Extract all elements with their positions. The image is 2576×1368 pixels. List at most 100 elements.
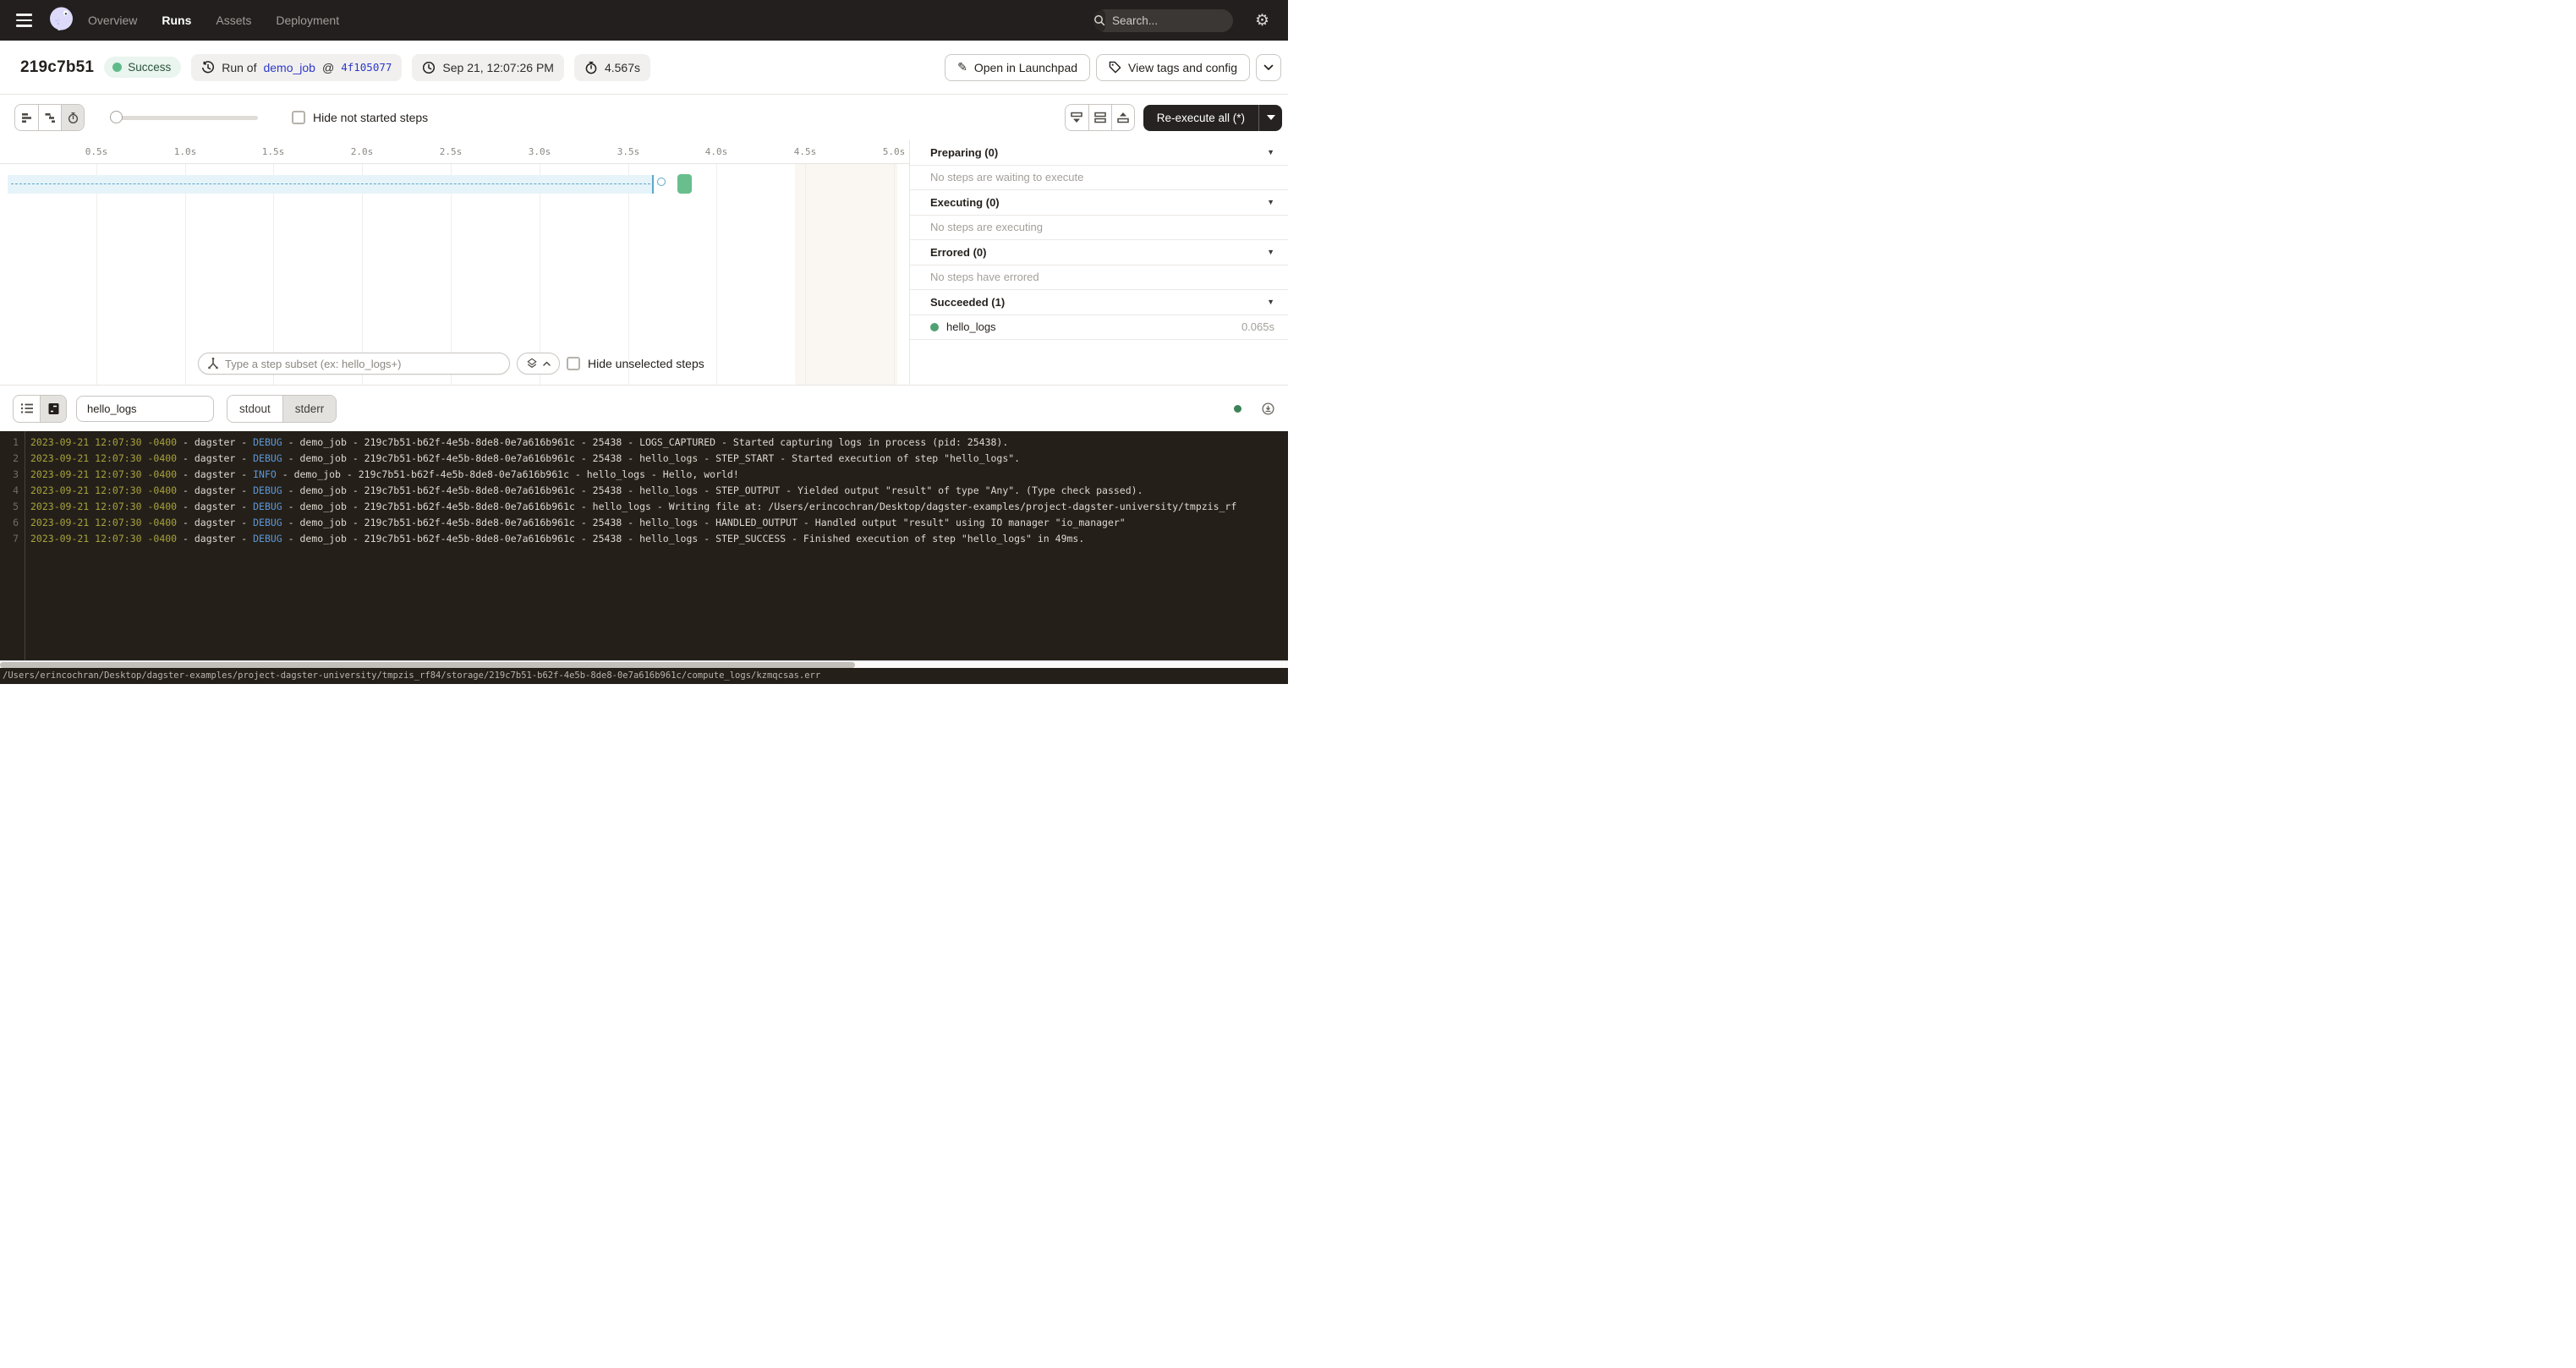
open-in-launchpad-button[interactable]: ✎ Open in Launchpad [945, 54, 1090, 81]
dagster-logo[interactable] [47, 6, 76, 35]
global-search[interactable]: / [1093, 9, 1233, 32]
nav-item-assets[interactable]: Assets [216, 14, 251, 27]
gear-icon[interactable]: ⚙ [1255, 13, 1269, 29]
graph-query-toggle-button[interactable] [517, 353, 560, 375]
step-success-bar[interactable] [677, 174, 692, 194]
side-panel-section-header[interactable]: Errored (0)▼ [910, 240, 1288, 265]
raw-log-viewer[interactable]: 1 2023-09-21 12:07:30 -0400 - dagster - D… [0, 431, 1288, 660]
side-panel-section-header[interactable]: Executing (0)▼ [910, 190, 1288, 216]
axis-gridline [716, 164, 717, 385]
step-name: hello_logs [946, 320, 996, 333]
log-level: DEBUG [253, 517, 282, 528]
chevron-up-icon [543, 361, 551, 366]
axis-tick-label: 4.0s [705, 146, 728, 157]
hide-unselected-checkbox-group[interactable]: Hide unselected steps [567, 357, 704, 370]
axis-tick-label: 0.5s [85, 146, 108, 157]
log-filter-input[interactable] [76, 396, 214, 422]
duration-pill: 4.567s [574, 54, 650, 81]
panel-split-icon[interactable] [1088, 105, 1111, 130]
hide-not-started-checkbox-group[interactable]: Hide not started steps [292, 111, 428, 124]
tab-stderr[interactable]: stderr [282, 396, 337, 422]
axis-gridline [628, 164, 629, 385]
axis-tick-label: 5.0s [883, 146, 906, 157]
panel-top-icon[interactable] [1111, 105, 1134, 130]
view-tags-config-button[interactable]: View tags and config [1096, 54, 1250, 81]
log-toolbar: stdoutstderr [0, 385, 1288, 431]
log-message: 2023-09-21 12:07:30 -0400 - dagster - IN… [30, 468, 739, 480]
axis-tick-label: 4.5s [794, 146, 817, 157]
log-timestamp: 2023-09-21 12:07:30 -0400 [30, 517, 177, 528]
layers-icon [526, 358, 538, 369]
re-execute-label[interactable]: Re-execute all (*) [1143, 105, 1258, 131]
log-message: 2023-09-21 12:07:30 -0400 - dagster - DE… [30, 452, 1020, 464]
gantt-zoom-slider[interactable] [110, 111, 258, 124]
run-timestamp: Sep 21, 12:07:26 PM [442, 61, 554, 74]
slider-thumb[interactable] [110, 111, 123, 123]
axis-gridline [805, 164, 806, 385]
log-line: 32023-09-21 12:07:30 -0400 - dagster - I… [0, 467, 1288, 483]
re-execute-caret[interactable] [1258, 105, 1282, 131]
log-timestamp: 2023-09-21 12:07:30 -0400 [30, 468, 177, 480]
hamburger-icon[interactable] [14, 10, 36, 30]
structured-log-icon[interactable] [14, 396, 40, 422]
axis-gridline [96, 164, 97, 385]
step-marker-circle[interactable] [657, 178, 666, 186]
hide-unselected-checkbox[interactable] [567, 357, 580, 370]
log-source: - dagster - [177, 468, 253, 480]
gantt-toolbar: Hide not started steps Re-execute all (*… [0, 95, 1288, 140]
step-subset-row: Hide unselected steps [198, 353, 704, 375]
section-empty-message: No steps have errored [910, 265, 1288, 291]
log-timestamp: 2023-09-21 12:07:30 -0400 [30, 533, 177, 544]
nav-item-overview[interactable]: Overview [88, 14, 137, 27]
line-number: 7 [0, 531, 19, 547]
status-badge: Success [104, 57, 181, 78]
job-link[interactable]: demo_job [263, 61, 315, 74]
search-icon [1093, 9, 1105, 32]
scrollbar-thumb[interactable] [0, 662, 855, 668]
flat-view-icon[interactable] [15, 105, 38, 130]
log-source: - dagster - [177, 533, 253, 544]
nav-item-runs[interactable]: Runs [162, 14, 191, 27]
axis-gridline [185, 164, 186, 385]
step-subset-input[interactable] [225, 358, 501, 370]
side-panel-section-header[interactable]: Preparing (0)▼ [910, 140, 1288, 166]
download-icon[interactable] [1262, 402, 1274, 415]
log-level: DEBUG [253, 436, 282, 448]
log-message: 2023-09-21 12:07:30 -0400 - dagster - DE… [30, 484, 1143, 496]
timed-view-icon[interactable] [61, 105, 84, 130]
step-waiting-bar[interactable] [8, 175, 654, 194]
raw-log-icon[interactable] [40, 396, 66, 422]
waterfall-view-icon[interactable] [38, 105, 61, 130]
run-status-side-panel: Preparing (0)▼No steps are waiting to ex… [909, 140, 1288, 385]
log-source: - dagster - [177, 517, 253, 528]
side-panel-section-header[interactable]: Succeeded (1)▼ [910, 290, 1288, 315]
gantt-chart-canvas[interactable]: Hide unselected steps [0, 164, 909, 385]
collapse-chevron-icon[interactable]: ▼ [1267, 198, 1274, 206]
hide-not-started-checkbox[interactable] [292, 111, 305, 124]
nav-links: Overview Runs Assets Deployment [88, 14, 339, 27]
collapse-chevron-icon[interactable]: ▼ [1267, 148, 1274, 156]
log-level: DEBUG [253, 501, 282, 512]
collapse-chevron-icon[interactable]: ▼ [1267, 248, 1274, 256]
log-timestamp: 2023-09-21 12:07:30 -0400 [30, 436, 177, 448]
log-timestamp: 2023-09-21 12:07:30 -0400 [30, 501, 177, 512]
run-duration: 4.567s [605, 61, 640, 74]
log-message: 2023-09-21 12:07:30 -0400 - dagster - DE… [30, 436, 1008, 448]
log-source: - dagster - [177, 436, 253, 448]
log-file-path: /Users/erincochran/Desktop/dagster-examp… [3, 670, 820, 681]
nav-item-deployment[interactable]: Deployment [276, 14, 339, 27]
snapshot-link[interactable]: 4f105077 [341, 61, 392, 74]
log-level: DEBUG [253, 452, 282, 464]
axis-tick-label: 3.5s [617, 146, 640, 157]
horizontal-scrollbar[interactable] [0, 660, 1288, 668]
more-actions-button[interactable] [1256, 54, 1281, 81]
log-body: - demo_job - 219c7b51-b62f-4e5b-8de8-0e7… [282, 452, 1020, 464]
search-input[interactable] [1105, 14, 1233, 27]
panel-bottom-icon[interactable] [1066, 105, 1088, 130]
panel-position-toggle [1065, 104, 1135, 131]
step-row[interactable]: hello_logs0.065s [910, 315, 1288, 341]
collapse-chevron-icon[interactable]: ▼ [1267, 298, 1274, 306]
tab-stdout[interactable]: stdout [227, 396, 282, 422]
log-body: - demo_job - 219c7b51-b62f-4e5b-8de8-0e7… [282, 436, 1009, 448]
line-number: 1 [0, 435, 19, 451]
